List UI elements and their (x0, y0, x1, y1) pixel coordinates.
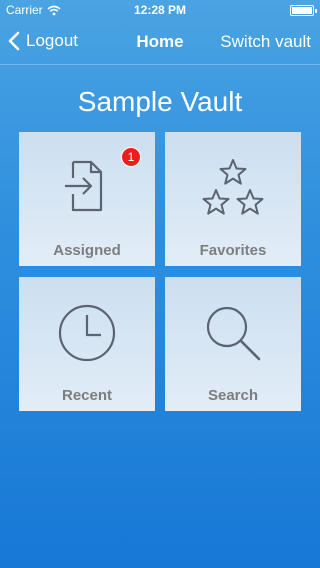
tile-label-recent: Recent (61, 387, 113, 404)
tile-label-favorites: Favorites (199, 242, 267, 259)
tile-search[interactable]: Search (165, 277, 301, 411)
magnifier-icon (206, 306, 261, 361)
nav-divider (0, 64, 320, 65)
stars-icon (202, 159, 264, 215)
clock-icon (58, 304, 116, 362)
tile-assigned[interactable]: 1 Assigned (19, 132, 155, 266)
switch-vault-button[interactable]: Switch vault (220, 32, 311, 52)
status-time: 12:28 PM (133, 3, 187, 17)
tile-favorites[interactable]: Favorites (165, 132, 301, 266)
tile-label-assigned: Assigned (53, 242, 121, 259)
nav-bar: Logout Home Switch vault (0, 20, 320, 64)
assigned-count-badge: 1 (121, 147, 141, 167)
battery-icon (290, 5, 317, 16)
vault-title: Sample Vault (77, 86, 243, 117)
document-import-icon (65, 160, 103, 212)
tile-label-search: Search (207, 387, 259, 404)
status-bar: Carrier 12:28 PM (0, 0, 320, 20)
tile-recent[interactable]: Recent (19, 277, 155, 411)
